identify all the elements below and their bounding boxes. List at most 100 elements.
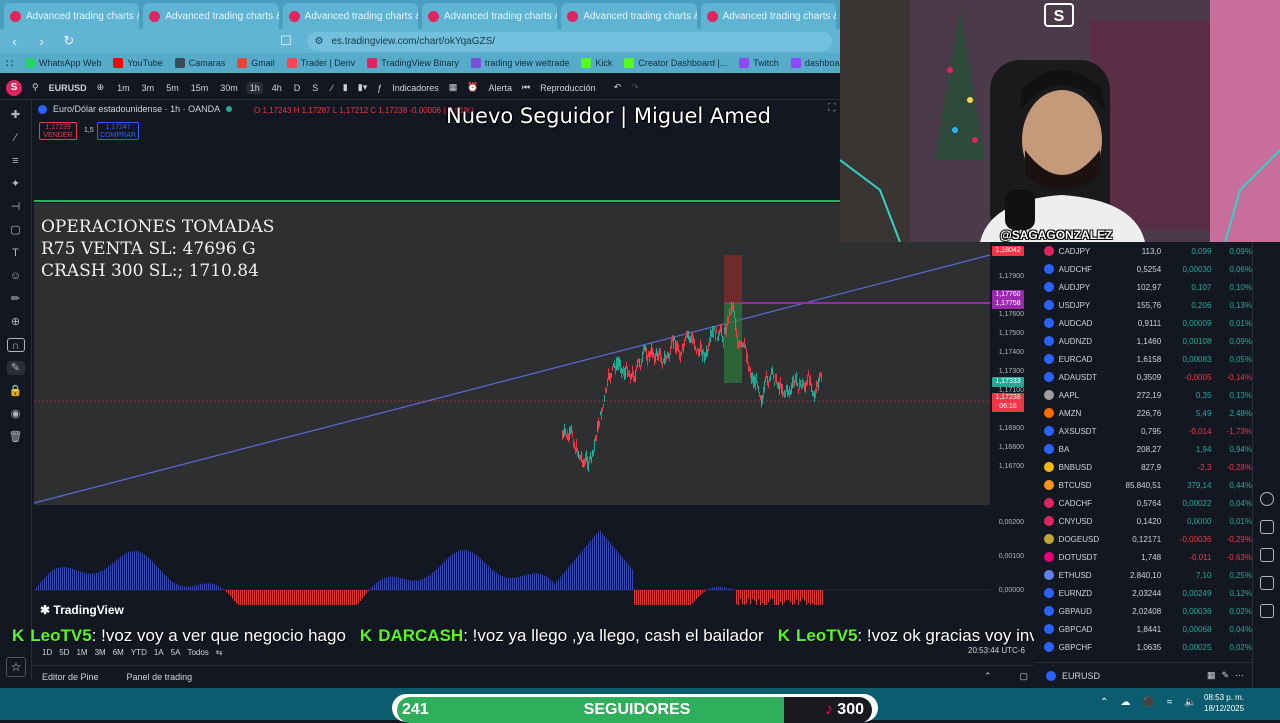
alert-icon[interactable]: ⏰ xyxy=(467,82,478,93)
line-chart-icon[interactable]: ∕ xyxy=(331,83,333,93)
timeframe-3m[interactable]: 3m xyxy=(139,82,158,94)
notifications-icon[interactable] xyxy=(1260,576,1274,590)
bookmark-item[interactable]: dashboard twitch xyxy=(791,58,840,68)
bookmark-item[interactable]: Kick xyxy=(581,58,612,68)
browser-tab[interactable]: Advanced trading charts & to× xyxy=(701,3,836,29)
watchlist-row[interactable]: DOGEUSD0,12171-0,00036-0,29% xyxy=(1034,530,1252,548)
watchlist-row[interactable]: AUDJPY102,970,1070,10% xyxy=(1034,278,1252,296)
replay-icon[interactable]: ⏮ xyxy=(522,82,530,93)
buy-button[interactable]: 1,17247 COMPRAR xyxy=(97,122,139,140)
price-axis[interactable]: 1,179001,177001,176001,175001,174001,173… xyxy=(990,200,1034,510)
watchlist-row[interactable]: BTCUSD85.840,51379,140,44% xyxy=(1034,476,1252,494)
reload-icon[interactable]: ↻ xyxy=(62,33,75,49)
bookmark-item[interactable]: WhatsApp Web xyxy=(25,58,101,68)
watchlist-row[interactable]: CNYUSD0,14200,00000,01% xyxy=(1034,512,1252,530)
redo-icon[interactable]: ↷ xyxy=(631,82,639,93)
range-1D[interactable]: 1D xyxy=(42,648,52,657)
watchlist-row[interactable]: GBPCHF1,06350,000250,02% xyxy=(1034,638,1252,656)
pine-editor-tab[interactable]: Editor de Pine xyxy=(42,672,99,682)
range-5A[interactable]: 5A xyxy=(171,648,181,657)
geometry-icon[interactable]: ▢ xyxy=(7,223,25,237)
emoji-icon[interactable]: ☺ xyxy=(7,269,25,283)
back-icon[interactable]: ‹ xyxy=(8,34,21,49)
watchlist-row[interactable]: AAPL272,190,350,13% xyxy=(1034,386,1252,404)
replay-button[interactable]: Reproducción xyxy=(540,83,596,93)
watchlist-row[interactable]: AUDNZD1,14600,001080,09% xyxy=(1034,332,1252,350)
zoom-icon[interactable]: ⊕ xyxy=(7,315,25,329)
watchlist-row[interactable]: EURCAD1,61580,000830,05% xyxy=(1034,350,1252,368)
indicators-icon[interactable]: ƒ xyxy=(377,83,382,93)
watchlist-row[interactable]: EURNZD2,032440,002490,12% xyxy=(1034,584,1252,602)
bookmark-item[interactable]: trading view weltrade xyxy=(471,58,570,68)
trend-line-icon[interactable]: ∕ xyxy=(7,131,25,145)
watchlist-star-icon[interactable]: ☆ xyxy=(6,657,26,677)
timeframe-D[interactable]: D xyxy=(291,82,304,94)
trash-icon[interactable]: 🗑 xyxy=(7,430,25,444)
watchlist-row[interactable]: GBPAUD2,024080,000360,02% xyxy=(1034,602,1252,620)
wifi-icon[interactable]: ≈ xyxy=(1167,697,1173,708)
range-1M[interactable]: 1M xyxy=(76,648,87,657)
visibility-icon[interactable]: ◉ xyxy=(7,407,25,421)
range-3M[interactable]: 3M xyxy=(95,648,106,657)
range-5D[interactable]: 5D xyxy=(59,648,69,657)
symbol-search[interactable]: EURUSD xyxy=(49,83,87,93)
tray-chevron-icon[interactable]: ⌃ xyxy=(1100,697,1108,708)
range-1A[interactable]: 1A xyxy=(154,648,164,657)
browser-tab[interactable]: Advanced trading charts & to× xyxy=(143,3,278,29)
footer-grid-icon[interactable]: ▦ xyxy=(1207,670,1216,681)
watchlist-row[interactable]: GBPCAD1,84410,000680,04% xyxy=(1034,620,1252,638)
chat-icon[interactable] xyxy=(1260,604,1274,618)
bookmark-item[interactable]: TradingView Binary xyxy=(367,58,459,68)
bookmark-item[interactable]: Trader | Deriv xyxy=(287,58,356,68)
mic-icon[interactable]: ⚫ xyxy=(1142,697,1154,708)
watchlist-row[interactable]: BA208,271,940,94% xyxy=(1034,440,1252,458)
stay-drawing-icon[interactable]: ✎ xyxy=(7,361,25,375)
footer-edit-icon[interactable]: ✎ xyxy=(1221,670,1229,681)
browser-tab[interactable]: Advanced trading charts & to× xyxy=(561,3,696,29)
undo-icon[interactable]: ↶ xyxy=(614,82,622,93)
collapse-icon[interactable]: ⌃ xyxy=(984,671,992,682)
text-tool-icon[interactable]: T xyxy=(7,246,25,260)
watchlist-row[interactable]: CADJPY113,00,0990,09% xyxy=(1034,242,1252,260)
bookmark-item[interactable]: Gmail xyxy=(237,58,275,68)
watchlist-row[interactable]: DOTUSDT1,748-0,011-0,63% xyxy=(1034,548,1252,566)
bookmark-item[interactable]: Twitch xyxy=(739,58,779,68)
fib-icon[interactable]: ≡ xyxy=(7,154,25,168)
crosshair-icon[interactable]: ✚ xyxy=(7,108,25,122)
add-symbol-icon[interactable]: ⊕ xyxy=(97,82,105,93)
browser-tab[interactable]: Advanced trading charts & to× xyxy=(4,3,139,29)
watchlist-row[interactable]: BNBUSD827,9-2,3-0,28% xyxy=(1034,458,1252,476)
pattern-icon[interactable]: ✦ xyxy=(7,177,25,191)
timeframe-S[interactable]: S xyxy=(309,82,321,94)
prediction-icon[interactable]: ⊣ xyxy=(7,200,25,214)
watchlist-row[interactable]: CADCHF0,57640,000220,04% xyxy=(1034,494,1252,512)
date-range-icon[interactable]: ⇆ xyxy=(216,648,223,657)
trading-panel-tab[interactable]: Panel de trading xyxy=(127,672,193,682)
range-Todos[interactable]: Todos xyxy=(187,648,208,657)
ruler-icon[interactable]: ✏ xyxy=(7,292,25,306)
forward-icon[interactable]: › xyxy=(35,34,48,49)
oscillator-pane[interactable] xyxy=(34,505,990,605)
range-YTD[interactable]: YTD xyxy=(131,648,147,657)
cloud-icon[interactable]: ☁ xyxy=(1120,697,1130,708)
maximize-icon[interactable]: ▢ xyxy=(1019,671,1028,682)
bookmark-icon[interactable]: ☐ xyxy=(279,33,292,49)
watchlist-row[interactable]: AUDCAD0,91110,000090,01% xyxy=(1034,314,1252,332)
browser-tab[interactable]: Advanced trading charts & to× xyxy=(422,3,557,29)
search-icon[interactable]: ⚲ xyxy=(32,82,39,93)
timeframe-1m[interactable]: 1m xyxy=(114,82,133,94)
bar-type-icon[interactable]: ▮▾ xyxy=(358,82,367,93)
calendar-icon[interactable] xyxy=(1260,548,1274,562)
watchlist-row[interactable]: USDJPY155,760,2060,13% xyxy=(1034,296,1252,314)
sell-button[interactable]: 1,17239 VENDER xyxy=(39,122,77,140)
watchlist-row[interactable]: ADAUSDT0,3509-0,0005-0,14% xyxy=(1034,368,1252,386)
bookmark-item[interactable]: Camaras xyxy=(175,58,226,68)
watchlist-row[interactable]: AMZN226,765,492,48% xyxy=(1034,404,1252,422)
hotlist-icon[interactable] xyxy=(1260,492,1274,506)
timeframe-1h[interactable]: 1h xyxy=(247,82,263,94)
bookmark-item[interactable]: YouTube xyxy=(113,58,162,68)
timeframe-30m[interactable]: 30m xyxy=(217,82,241,94)
magnet-icon[interactable]: ∩ xyxy=(7,338,25,352)
site-info-icon[interactable]: ⚙ xyxy=(315,36,324,47)
layouts-icon[interactable]: ▦ xyxy=(449,82,458,93)
